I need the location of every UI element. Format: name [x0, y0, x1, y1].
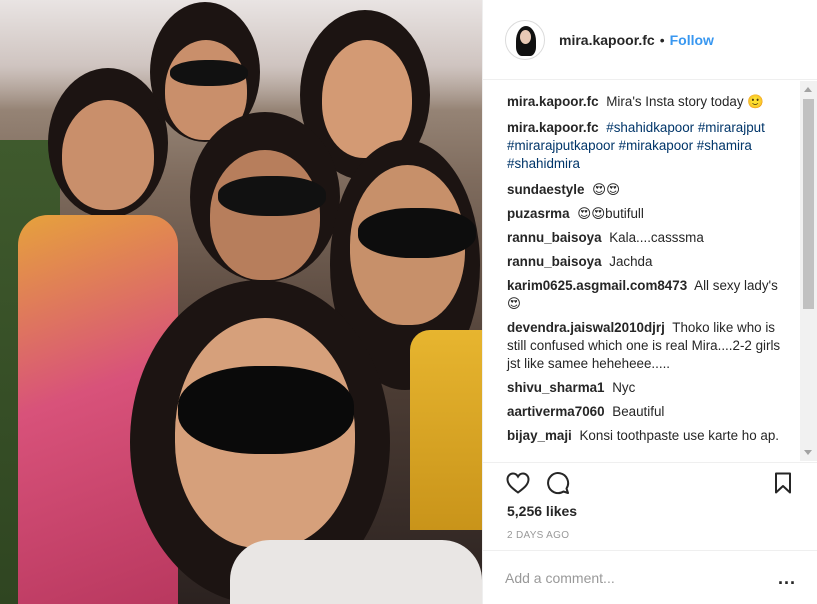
comment-text: Beautiful	[612, 404, 665, 419]
comment-item: mira.kapoor.fc #shahidkapoor #mirarajput…	[507, 119, 794, 173]
comment-username[interactable]: puzasrma	[507, 206, 570, 221]
comment-username[interactable]: rannu_baisoya	[507, 254, 602, 269]
comment-text: Nyc	[612, 380, 636, 395]
comment-username[interactable]: mira.kapoor.fc	[507, 120, 599, 135]
likes-count[interactable]: 5,256 likes	[507, 503, 577, 519]
heart-icon[interactable]	[505, 470, 531, 496]
comment-text: Jachda	[609, 254, 653, 269]
comment-item: karim0625.asgmail.com8473 All sexy lady'…	[507, 277, 794, 313]
post-side-panel: mira.kapoor.fc • Follow mira.kapoor.fc M…	[482, 0, 817, 604]
bookmark-icon[interactable]	[770, 470, 796, 496]
add-comment-input[interactable]	[505, 569, 778, 586]
comment-username[interactable]: aartiverma7060	[507, 404, 605, 419]
comment-username[interactable]: mira.kapoor.fc	[507, 94, 599, 109]
comment-text: Konsi toothpaste use karte ho ap.	[579, 428, 780, 443]
more-options-icon[interactable]: ...	[778, 569, 796, 587]
comment-item: bijay_maji Konsi toothpaste use karte ho…	[507, 427, 794, 445]
comment-item: rannu_baisoya Kala....casssma	[507, 229, 794, 247]
comment-item: shivu_sharma1 Nyc	[507, 379, 794, 397]
comment-item: sundaestyle 😍😍	[507, 181, 794, 199]
comment-text: Kala....casssma	[609, 230, 704, 245]
comment-item: puzasrma 😍😍butifull	[507, 205, 794, 223]
follow-button[interactable]: Follow	[670, 32, 714, 48]
comment-text: 😍😍butifull	[577, 206, 644, 221]
scroll-up-arrow-icon[interactable]	[804, 87, 812, 92]
avatar[interactable]	[505, 19, 545, 60]
add-comment-bar: ...	[483, 550, 817, 604]
comments-scrollbar[interactable]	[800, 81, 817, 461]
comment-item: aartiverma7060 Beautiful	[507, 403, 794, 421]
comments-list[interactable]: mira.kapoor.fc Mira's Insta story today …	[483, 81, 817, 461]
comment-item: rannu_baisoya Jachda	[507, 253, 794, 271]
comment-item: mira.kapoor.fc Mira's Insta story today …	[507, 93, 794, 111]
comment-item: devendra.jaiswal2010djrj Thoko like who …	[507, 319, 794, 373]
comment-username[interactable]: shivu_sharma1	[507, 380, 605, 395]
comment-username[interactable]: rannu_baisoya	[507, 230, 602, 245]
post-photo[interactable]	[0, 0, 482, 604]
header-separator: •	[659, 31, 665, 48]
post-header: mira.kapoor.fc • Follow	[483, 0, 817, 80]
comment-username[interactable]: karim0625.asgmail.com8473	[507, 278, 687, 293]
comment-username[interactable]: devendra.jaiswal2010djrj	[507, 320, 665, 335]
header-username[interactable]: mira.kapoor.fc	[559, 32, 655, 48]
comment-username[interactable]: sundaestyle	[507, 182, 584, 197]
scroll-down-arrow-icon[interactable]	[804, 450, 812, 455]
scrollbar-thumb[interactable]	[803, 99, 814, 309]
post-timestamp: 2 DAYS AGO	[507, 530, 570, 541]
comment-text: 😍😍	[592, 182, 621, 197]
comment-icon[interactable]	[545, 470, 571, 496]
post-actions	[483, 462, 817, 502]
comment-text: Mira's Insta story today 🙂	[606, 94, 764, 109]
comment-username[interactable]: bijay_maji	[507, 428, 572, 443]
